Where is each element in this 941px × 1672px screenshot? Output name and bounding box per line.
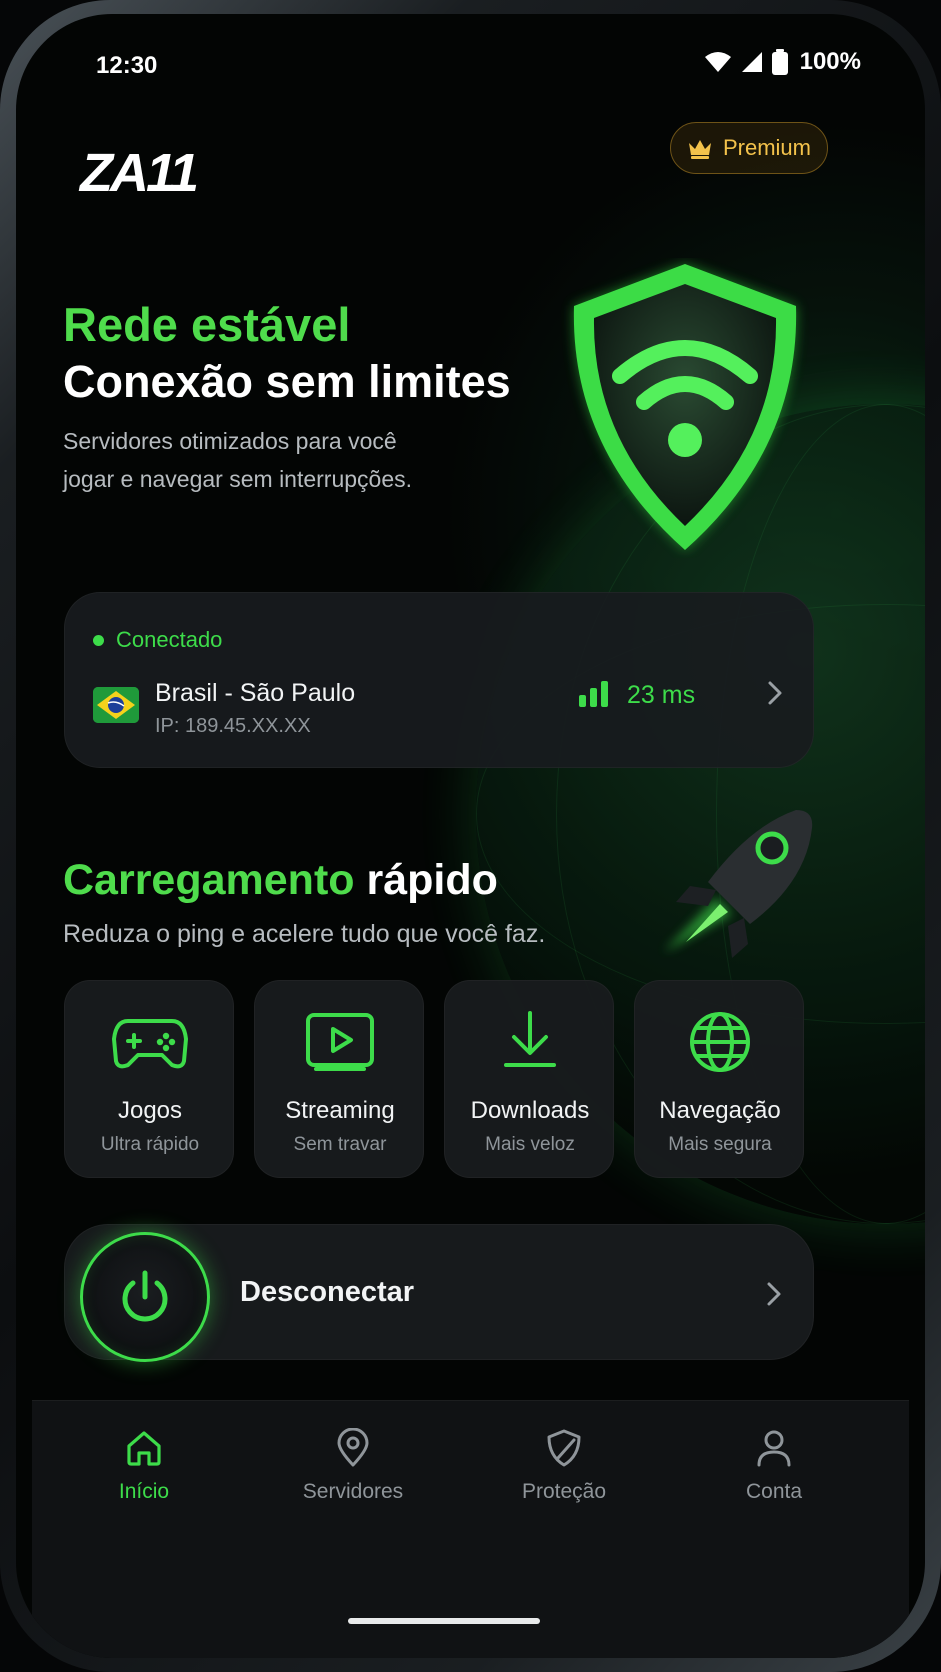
power-icon <box>122 1270 168 1322</box>
disconnect-label: Desconectar <box>240 1276 415 1308</box>
shield-wifi-icon <box>573 264 797 550</box>
connection-card[interactable]: Conectado Brasil - São Paulo IP: 189.45.… <box>64 592 814 768</box>
battery-percent: 100% <box>799 48 861 75</box>
status-icons: 100% <box>704 48 861 76</box>
feature-card-downloads[interactable]: Downloads Mais veloz <box>444 980 614 1178</box>
crown-icon <box>688 140 711 159</box>
feature-card-games[interactable]: Jogos Ultra rápido <box>64 980 234 1178</box>
hero-description-line: jogar e navegar sem interrupções. <box>63 466 413 492</box>
nav-label: Servidores <box>302 1480 404 1503</box>
feature-card-browsing[interactable]: Navegação Mais segura <box>634 980 804 1178</box>
brazil-flag-icon <box>93 687 139 723</box>
download-icon <box>504 1011 556 1067</box>
home-indicator[interactable] <box>348 1618 540 1624</box>
play-icon <box>306 1013 374 1071</box>
hero-title-accent: Rede estável <box>63 298 351 351</box>
speed-title: Carregamento rápido <box>63 856 498 905</box>
nav-item-servers[interactable]: Servidores <box>263 1414 443 1524</box>
user-icon <box>757 1430 791 1467</box>
speed-description: Reduza o ping e acelere tudo que você fa… <box>63 920 546 948</box>
home-icon <box>127 1431 161 1466</box>
server-ip: IP: 189.45.XX.XX <box>155 715 311 737</box>
globe-icon <box>690 1012 750 1072</box>
status-bar: 12:30 100% <box>16 14 925 94</box>
shield-icon <box>547 1429 581 1467</box>
signal-bars-icon <box>579 681 608 707</box>
wifi-status-icon <box>704 52 731 72</box>
hero-description: Servidores otimizados para você jogar e … <box>63 422 463 498</box>
server-name: Brasil - São Paulo <box>155 679 356 707</box>
battery-icon <box>771 49 788 75</box>
premium-button[interactable]: Premium <box>670 122 828 174</box>
speed-title-accent: Carregamento <box>63 856 355 904</box>
nav-label: Proteção <box>521 1480 607 1503</box>
nav-item-protection[interactable]: Proteção <box>474 1414 654 1524</box>
hero-description-line: Servidores otimizados para você <box>63 428 397 454</box>
power-button[interactable] <box>80 1232 210 1362</box>
cell-signal-icon <box>741 52 762 72</box>
location-pin-icon <box>337 1428 369 1467</box>
nav-item-home[interactable]: Início <box>54 1414 234 1524</box>
feature-subtitle: Sem travar <box>293 1134 387 1155</box>
nav-label: Início <box>118 1480 170 1503</box>
premium-label: Premium <box>722 135 811 160</box>
status-dot <box>93 634 104 646</box>
connection-status: Conectado <box>93 627 222 653</box>
feature-card-streaming[interactable]: Streaming Sem travar <box>254 980 424 1178</box>
feature-title: Downloads <box>470 1097 590 1124</box>
chevron-right-icon <box>768 681 782 705</box>
chevron-right-icon <box>767 1282 781 1306</box>
connection-status-label: Conectado <box>116 627 223 652</box>
speed-title-rest: rápido <box>366 856 498 904</box>
status-time: 12:30 <box>96 52 158 79</box>
ping-value: 23 ms <box>627 681 696 709</box>
app-logo: ZA11 <box>80 143 199 203</box>
feature-title: Streaming <box>285 1097 395 1124</box>
hero-title: Conexão sem limites <box>63 356 511 407</box>
feature-subtitle: Ultra rápido <box>100 1134 200 1155</box>
nav-label: Conta <box>745 1480 803 1503</box>
phone-frame: 12:30 100% ZA11 Premium Rede estável Con… <box>0 0 941 1672</box>
feature-title: Jogos <box>117 1097 183 1124</box>
feature-subtitle: Mais veloz <box>485 1134 575 1155</box>
feature-title: Navegação <box>659 1097 781 1124</box>
app-screen: 12:30 100% ZA11 Premium Rede estável Con… <box>16 14 925 1658</box>
nav-item-account[interactable]: Conta <box>684 1414 864 1524</box>
rocket-icon <box>664 810 813 958</box>
gamepad-icon <box>112 1019 188 1069</box>
feature-subtitle: Mais segura <box>668 1134 772 1155</box>
